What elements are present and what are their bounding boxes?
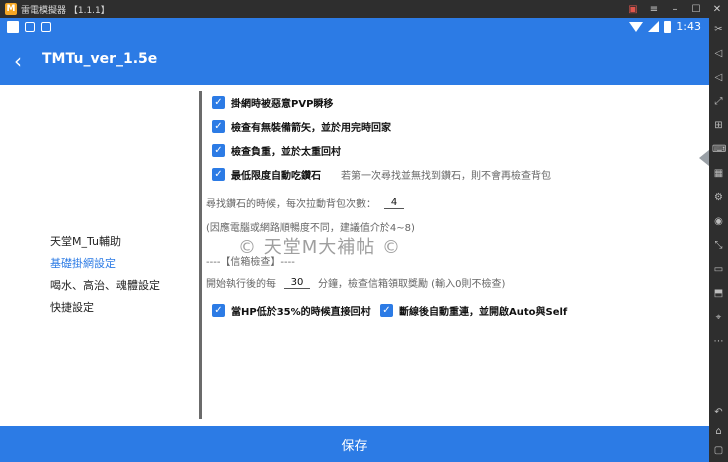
clock: 1:43 xyxy=(676,20,701,33)
record-icon[interactable]: ◉ xyxy=(712,215,725,228)
emulator-toolbar: ✂ ◁ ◁ ⤢ ⊞ ⌨ ▦ ⚙ ◉ ⤡ ▭ ⬒ ⌖ ⋯ ↶ ⌂ ▢ xyxy=(709,18,728,462)
mail-prefix: 開始執行後的每 xyxy=(206,279,276,290)
emulator-window: M 雷電模擬器 【1.1.1】 ▣ ≡ – ☐ ✕ 1:43 ‹ TMTu_ve… xyxy=(0,0,728,462)
checkbox-label: 檢查有無裝備箭矢，並於用完時回家 xyxy=(231,123,391,134)
mailbox-row: 開始執行後的每 30 分鐘，檢查信箱領取獎勵 (輸入0則不檢查) xyxy=(206,275,506,291)
minimize-icon[interactable]: – xyxy=(670,4,680,15)
checkbox-label: 當HP低於35%的時候直接回村 xyxy=(231,307,371,318)
recents-icon[interactable]: ▢ xyxy=(712,444,725,457)
back-button[interactable]: ‹ xyxy=(14,49,34,73)
more-icon[interactable]: ⋯ xyxy=(712,335,725,348)
checkbox-pvp-teleport[interactable]: ✓ xyxy=(212,96,225,109)
sidebar: 天堂M_Tu輔助 基礎掛網設定 喝水、高治、魂體設定 快捷設定 xyxy=(0,85,198,426)
save-button[interactable]: 保存 xyxy=(0,426,709,462)
image-icon xyxy=(41,22,51,32)
scissors-icon[interactable]: ✂ xyxy=(712,23,725,36)
sidebar-item-basic-settings[interactable]: 基礎掛網設定 xyxy=(50,253,160,275)
keyboard-icon[interactable]: ⌨ xyxy=(712,143,726,156)
emulator-titlebar: M 雷電模擬器 【1.1.1】 ▣ ≡ – ☐ ✕ xyxy=(0,0,728,18)
checkbox-label: 掛網時被惡意PVP瞬移 xyxy=(231,99,334,110)
notification-icons xyxy=(7,21,51,33)
cpu-icon[interactable]: ▦ xyxy=(712,167,725,180)
emulator-logo: M xyxy=(5,3,17,15)
checkbox-label: 檢查負重，並於太重回村 xyxy=(231,147,341,158)
sidebar-item-shortcut-settings[interactable]: 快捷設定 xyxy=(50,297,160,319)
settings-icon[interactable]: ⚙ xyxy=(712,191,725,204)
sidebar-divider xyxy=(199,91,202,419)
sidebar-item-tmtu-assist[interactable]: 天堂M_Tu輔助 xyxy=(50,231,160,253)
volume-down-icon[interactable]: ◁ xyxy=(712,71,725,84)
setting-row: ✓ 掛網時被惡意PVP瞬移 xyxy=(212,95,333,110)
menu-icon[interactable]: ≡ xyxy=(649,4,659,15)
find-count-row: 尋找鑽石的時候，每次拉動背包次數： 4 xyxy=(206,195,404,210)
signal-icon xyxy=(648,21,660,32)
find-count-label: 尋找鑽石的時候，每次拉動背包次數： xyxy=(206,199,376,210)
shake-icon[interactable]: ⤡ xyxy=(712,239,725,252)
checkbox-label: 斷線後自動重連，並開啟Auto與Self xyxy=(399,307,568,318)
home-icon[interactable]: ⌂ xyxy=(712,425,725,438)
add-window-icon[interactable]: ⊞ xyxy=(712,119,725,132)
diamond-hint: 若第一次尋找並無找到鑽石，則不會再檢查背包 xyxy=(341,171,551,182)
watermark: © 天堂M大補帖 © xyxy=(238,237,401,258)
maximize-icon[interactable]: ☐ xyxy=(691,4,701,15)
sidebar-item-potion-settings[interactable]: 喝水、高治、魂體設定 xyxy=(50,275,160,297)
checkbox-auto-reconnect[interactable]: ✓ xyxy=(380,304,393,317)
mail-interval-input[interactable]: 30 xyxy=(284,277,310,289)
location-icon[interactable]: ⌖ xyxy=(712,311,725,324)
checkbox-label: 最低限度自動吃鑽石 xyxy=(231,171,321,182)
close-icon[interactable]: ✕ xyxy=(712,4,722,15)
back-icon[interactable]: ↶ xyxy=(712,406,725,419)
gamepad-icon[interactable]: ▣ xyxy=(628,4,638,15)
sidebar-nav: 天堂M_Tu輔助 基礎掛網設定 喝水、高治、魂體設定 快捷設定 xyxy=(50,231,160,319)
checkbox-low-hp-return[interactable]: ✓ xyxy=(212,304,225,317)
android-statusbar: 1:43 xyxy=(0,18,709,37)
setting-row: ✓ 檢查有無裝備箭矢，並於用完時回家 xyxy=(212,119,391,134)
app-title: TMTu_ver_1.5e xyxy=(42,51,158,67)
mail-suffix: 分鐘，檢查信箱領取獎勵 (輸入0則不檢查) xyxy=(318,279,506,290)
wifi-icon xyxy=(629,21,644,32)
emulator-title: 雷電模擬器 【1.1.1】 xyxy=(21,5,110,16)
screenshot-icon[interactable]: ▭ xyxy=(712,263,725,276)
checkbox-arrow-check[interactable]: ✓ xyxy=(212,120,225,133)
setting-row: ✓ 斷線後自動重連，並開啟Auto與Self xyxy=(380,303,567,318)
android-screen: 1:43 ‹ TMTu_ver_1.5e 天堂M_Tu輔助 基礎掛網設定 喝水、… xyxy=(0,18,709,462)
find-count-input[interactable]: 4 xyxy=(384,197,404,209)
apk-icon[interactable]: ⬒ xyxy=(712,287,725,300)
volume-up-icon[interactable]: ◁ xyxy=(712,47,725,60)
setting-row: ✓ 最低限度自動吃鑽石 若第一次尋找並無找到鑽石，則不會再檢查背包 xyxy=(212,167,551,182)
shield-icon xyxy=(25,22,35,32)
checkbox-weight-check[interactable]: ✓ xyxy=(212,144,225,157)
fullscreen-icon[interactable]: ⤢ xyxy=(712,95,725,108)
checkbox-auto-diamond[interactable]: ✓ xyxy=(212,168,225,181)
setting-row: ✓ 當HP低於35%的時候直接回村 xyxy=(212,303,371,318)
recommend-note: (因應電腦或網路順暢度不同，建議值介於4~8) xyxy=(206,223,415,234)
app-notification-icon xyxy=(7,21,19,33)
system-icons: 1:43 xyxy=(629,20,701,33)
setting-row: ✓ 檢查負重，並於太重回村 xyxy=(212,143,341,158)
battery-icon xyxy=(664,20,672,33)
app-bar: ‹ TMTu_ver_1.5e xyxy=(0,37,709,85)
window-controls: ▣ ≡ – ☐ ✕ xyxy=(628,0,722,18)
